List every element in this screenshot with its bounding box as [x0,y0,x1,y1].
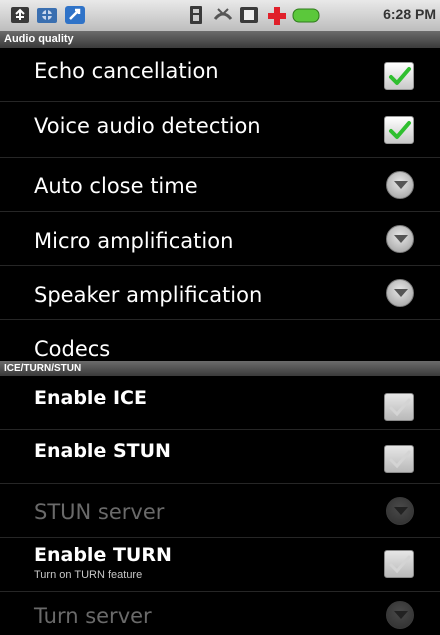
pref-title: Enable STUN [34,440,171,462]
pref-echo-cancellation[interactable]: Echo cancellation [0,48,440,102]
pref-title: Turn server [34,604,152,628]
enable-turn-checkbox[interactable] [384,550,414,578]
pref-title: Auto close time [34,174,198,198]
dropdown-icon[interactable] [386,279,414,307]
dropdown-icon [386,497,414,525]
check-icon [389,398,411,417]
pref-title: Enable TURN [34,544,172,566]
pref-auto-close-time[interactable]: Auto close time [0,158,440,212]
pref-title: Codecs [34,337,111,361]
section-header-ice-turn-stun: ICE/TURN/STUN [0,361,440,376]
sync-icon [64,5,86,25]
missed-call-icon [212,5,234,25]
section-header-audio-quality: Audio quality [0,31,440,48]
check-icon [389,555,411,574]
echo-cancellation-checkbox[interactable] [384,62,414,90]
pref-title: Voice audio detection [34,114,261,138]
pref-enable-ice[interactable]: Enable ICE [0,376,440,430]
pref-title: Speaker amplification [34,283,263,307]
dropdown-icon[interactable] [386,171,414,199]
pref-title: STUN server [34,500,165,524]
sim-icon [188,5,204,25]
pref-micro-amplification[interactable]: Micro amplification [0,212,440,266]
pref-summary: Turn on TURN feature [34,569,143,581]
sd-card-icon [238,5,260,25]
pref-title: Micro amplification [34,229,234,253]
pref-enable-turn[interactable]: Enable TURN Turn on TURN feature [0,538,440,592]
pref-speaker-amplification[interactable]: Speaker amplification [0,266,440,320]
check-icon [389,121,411,139]
check-icon [389,67,411,85]
pref-enable-stun[interactable]: Enable STUN [0,430,440,484]
check-icon [389,450,411,469]
pref-codecs[interactable]: Codecs [0,320,440,362]
enable-ice-checkbox[interactable] [384,393,414,421]
pref-title: Echo cancellation [34,59,219,83]
status-bar: 6:28 PM [0,0,440,31]
pref-turn-server: Turn server [0,592,440,635]
pref-stun-server: STUN server [0,484,440,538]
dropdown-icon[interactable] [386,225,414,253]
medical-cross-icon [266,5,288,25]
battery-icon [292,5,322,25]
dropdown-icon [386,601,414,629]
enable-stun-checkbox[interactable] [384,445,414,473]
usb-icon [10,5,30,25]
debug-icon [36,5,58,25]
pref-title: Enable ICE [34,387,147,409]
voice-audio-detection-checkbox[interactable] [384,116,414,144]
pref-voice-audio-detection[interactable]: Voice audio detection [0,102,440,158]
clock-time: 6:28 PM [383,6,436,22]
